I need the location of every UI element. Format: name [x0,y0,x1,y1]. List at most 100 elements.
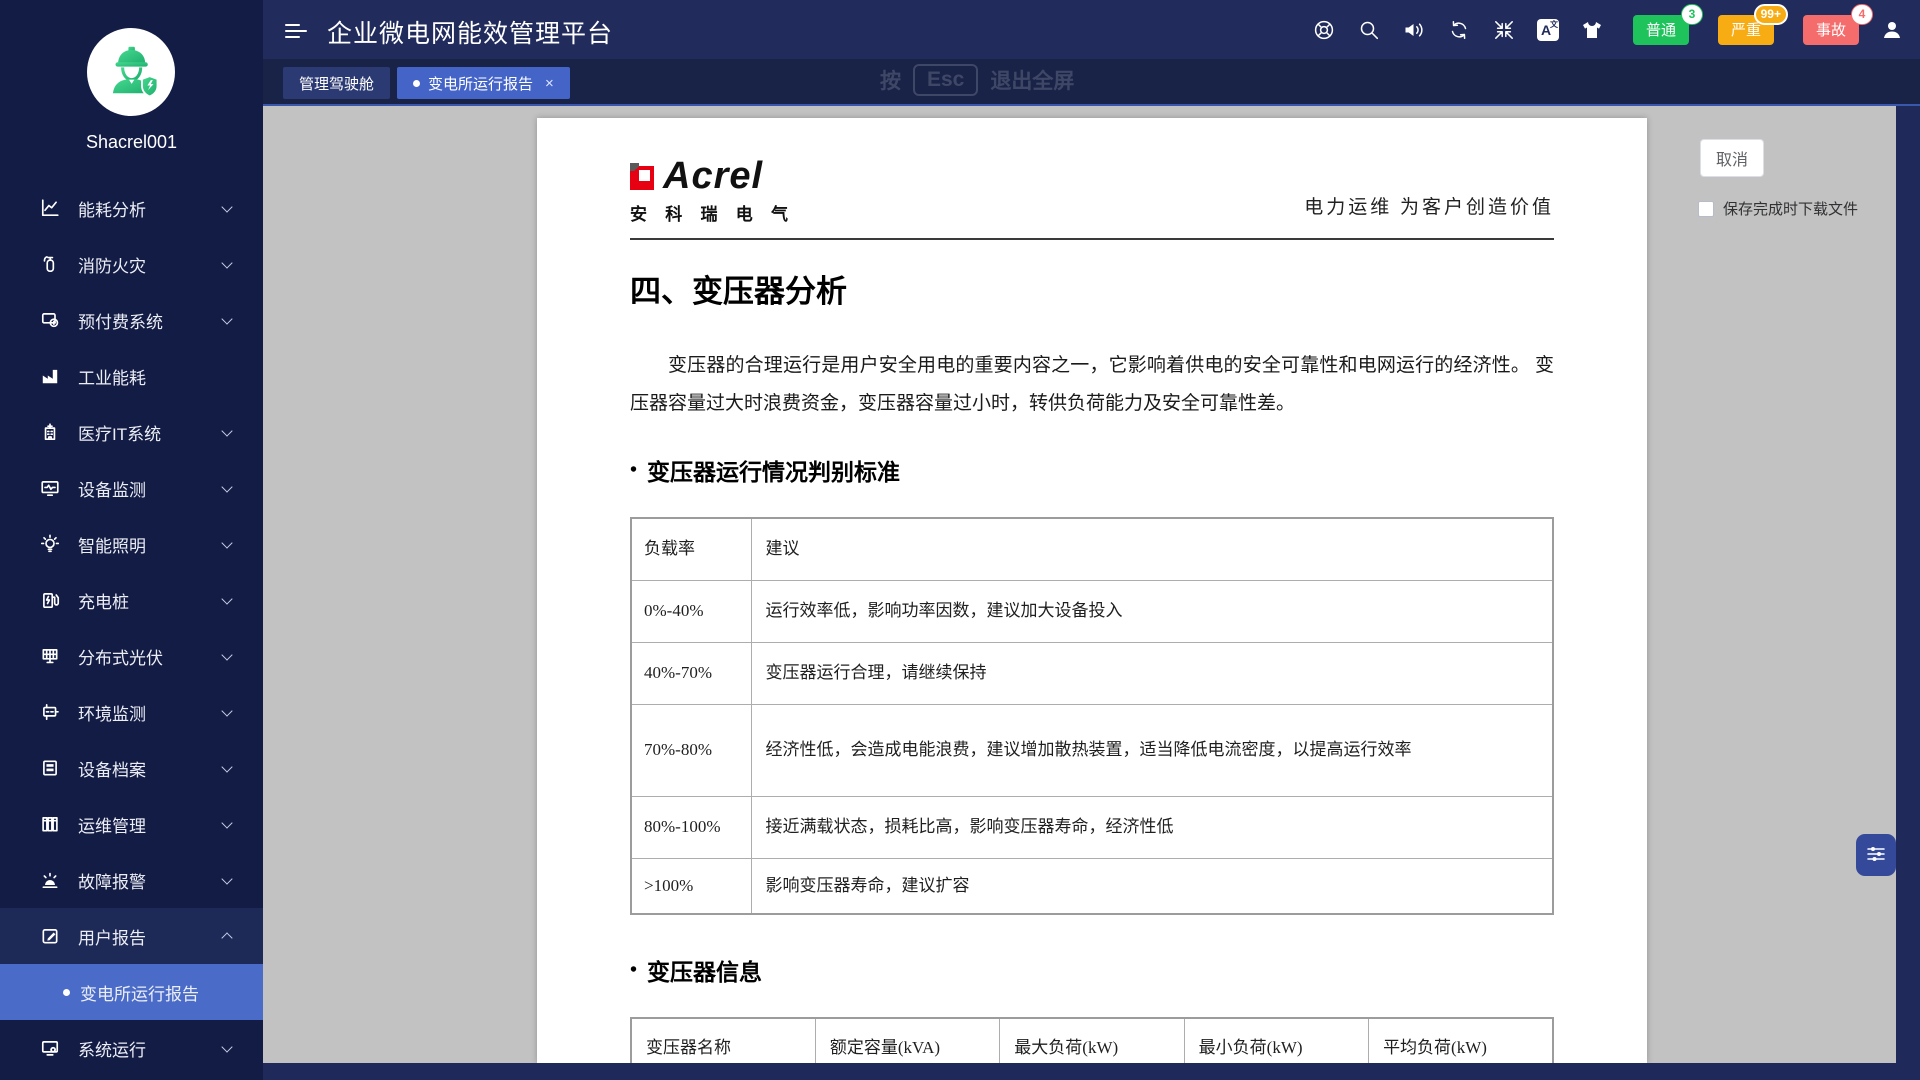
sidebar-item-smart-lighting[interactable]: 智能照明 [0,516,263,572]
environment-sensor-icon [40,702,60,722]
cancel-button[interactable]: 取消 [1700,139,1764,177]
prepaid-card-icon [40,310,60,330]
alarm-siren-icon [40,870,60,890]
table-row: >100% 影响变压器寿命，建议扩容 [631,858,1553,914]
badge-count: 4 [1851,4,1873,25]
user-icon[interactable] [1880,18,1904,42]
chevron-up-icon [221,932,232,943]
badge-count: 3 [1681,4,1703,25]
report-paragraph: 变压器的合理运行是用户安全用电的重要内容之一，它影响着供电的安全可靠性和电网运行… [630,347,1554,423]
hospital-icon [40,422,60,442]
table-row: 40%-70% 变压器运行合理，请继续保持 [631,642,1553,704]
acrel-logo-icon [630,163,657,190]
table-header-row: 负载率 建议 [631,518,1553,580]
sidebar-item-prepaid-system[interactable]: 预付费系统 [0,292,263,348]
search-icon[interactable] [1357,18,1381,42]
engineer-avatar-icon [100,39,162,106]
sidebar-item-user-report[interactable]: 用户报告 [0,908,263,964]
exit-fullscreen-icon[interactable] [1492,18,1516,42]
brand-subtitle: 安 科 瑞 电 气 [630,200,795,225]
header-rule [630,238,1554,240]
close-icon[interactable]: × [545,75,554,92]
chevron-down-icon [221,481,232,492]
transformer-info-table: 变压器名称 额定容量(kVA) 最大负荷(kW) 最小负荷(kW) 平均负荷(k… [630,1017,1554,1063]
sliders-icon [1865,843,1887,868]
help-ring-icon[interactable] [1312,18,1336,42]
topbar: 企业微电网能效管理平台 A 文 普通 3 严重 99+ 事故 4 [263,0,1920,59]
binders-icon [40,814,60,834]
brand-slogan: 电力运维 为客户创造价值 [1304,192,1554,225]
alarm-badge-severe[interactable]: 严重 99+ [1718,15,1774,45]
chevron-down-icon [221,257,232,268]
bullet-icon: • [630,959,637,982]
sidebar-item-ops-management[interactable]: 运维管理 [0,796,263,852]
chevron-down-icon [221,201,232,212]
topbar-actions: A 文 普通 3 严重 99+ 事故 4 [1312,0,1904,59]
table-row: 70%-80% 经济性低，会造成电能浪费，建议增加散热装置，适当降低电流密度，以… [631,704,1553,796]
sidebar-item-energy-analysis[interactable]: 能耗分析 [0,180,263,236]
tab-substation-report[interactable]: 变电所运行报告 × [397,67,570,99]
tab-dashboard[interactable]: 管理驾驶舱 [283,67,390,99]
chevron-down-icon [221,1041,232,1052]
sidebar-item-medical-it[interactable]: 医疗IT系统 [0,404,263,460]
chevron-down-icon [221,761,232,772]
sidebar-item-fire-safety[interactable]: 消防火灾 [0,236,263,292]
sidebar-item-distributed-pv[interactable]: 分布式光伏 [0,628,263,684]
chevron-down-icon [221,817,232,828]
energy-analysis-icon [40,198,60,218]
brand-name: Acrel [663,155,763,198]
section-title-criteria: • 变压器运行情况判别标准 [630,453,1554,487]
badge-count: 99+ [1754,4,1788,25]
download-option[interactable]: 保存完成时下载文件 [1698,198,1858,219]
chevron-down-icon [221,649,232,660]
fire-extinguisher-icon [40,254,60,274]
chevron-down-icon [221,537,232,548]
sidebar-menu: 能耗分析 消防火灾 预付费系统 工业能耗 医疗IT系统 [0,180,263,1076]
right-edge-panel [1896,106,1920,1080]
app-root: Shacrel001 能耗分析 消防火灾 预付费系统 工业能耗 [0,0,1920,1080]
sidebar-item-environment-monitoring[interactable]: 环境监测 [0,684,263,740]
download-checkbox-label: 保存完成时下载文件 [1723,198,1858,219]
lightbulb-icon [40,534,60,554]
archive-card-icon [40,758,60,778]
active-tab-dot-icon [413,80,420,87]
sidebar-item-device-monitoring[interactable]: 设备监测 [0,460,263,516]
avatar[interactable] [87,28,175,116]
download-checkbox[interactable] [1698,201,1714,217]
sidebar-item-system-run[interactable]: 系统运行 [0,1020,263,1076]
table-row: 0%-40% 运行效率低，影响功率因数，建议加大设备投入 [631,580,1553,642]
volume-icon[interactable] [1402,18,1426,42]
bullet-icon: • [630,459,637,482]
monitor-pulse-icon [40,478,60,498]
sidebar: Shacrel001 能耗分析 消防火灾 预付费系统 工业能耗 [0,0,263,1080]
table-row: 80%-100% 接近满载状态，损耗比高，影响变压器寿命，经济性低 [631,796,1553,858]
system-gear-icon [40,1038,60,1058]
chevron-down-icon [221,705,232,716]
table-header-row: 变压器名称 额定容量(kVA) 最大负荷(kW) 最小负荷(kW) 平均负荷(k… [631,1018,1553,1063]
fullscreen-esc-hint: 按 Esc 退出全屏 [880,64,1074,96]
translate-icon[interactable]: A 文 [1537,19,1559,41]
report-edit-icon [40,926,60,946]
chevron-down-icon [221,873,232,884]
report-title: 四、变压器分析 [630,266,1554,311]
section-title-transformer-info: • 变压器信息 [630,953,1554,987]
alarm-badge-normal[interactable]: 普通 3 [1633,15,1689,45]
solar-panel-icon [40,646,60,666]
chevron-down-icon [221,313,232,324]
active-dot-icon [63,989,70,996]
settings-sliders-button[interactable] [1856,834,1896,876]
refresh-icon[interactable] [1447,18,1471,42]
sidebar-item-industrial-energy[interactable]: 工业能耗 [0,348,263,404]
esc-key-label: Esc [913,64,978,96]
bottom-edge-panel [263,1063,1920,1080]
sidebar-item-device-archive[interactable]: 设备档案 [0,740,263,796]
theme-shirt-icon[interactable] [1580,18,1604,42]
username: Shacrel001 [0,132,263,153]
factory-icon [40,366,60,386]
alarm-badge-accident[interactable]: 事故 4 [1803,15,1859,45]
sidebar-subitem-substation-report[interactable]: 变电所运行报告 [0,964,263,1020]
sidebar-item-fault-alarm[interactable]: 故障报警 [0,852,263,908]
sidebar-item-ev-charger[interactable]: 充电桩 [0,572,263,628]
hamburger-menu-icon[interactable] [285,20,307,42]
acrel-brand: Acrel 安 科 瑞 电 气 [630,155,795,225]
